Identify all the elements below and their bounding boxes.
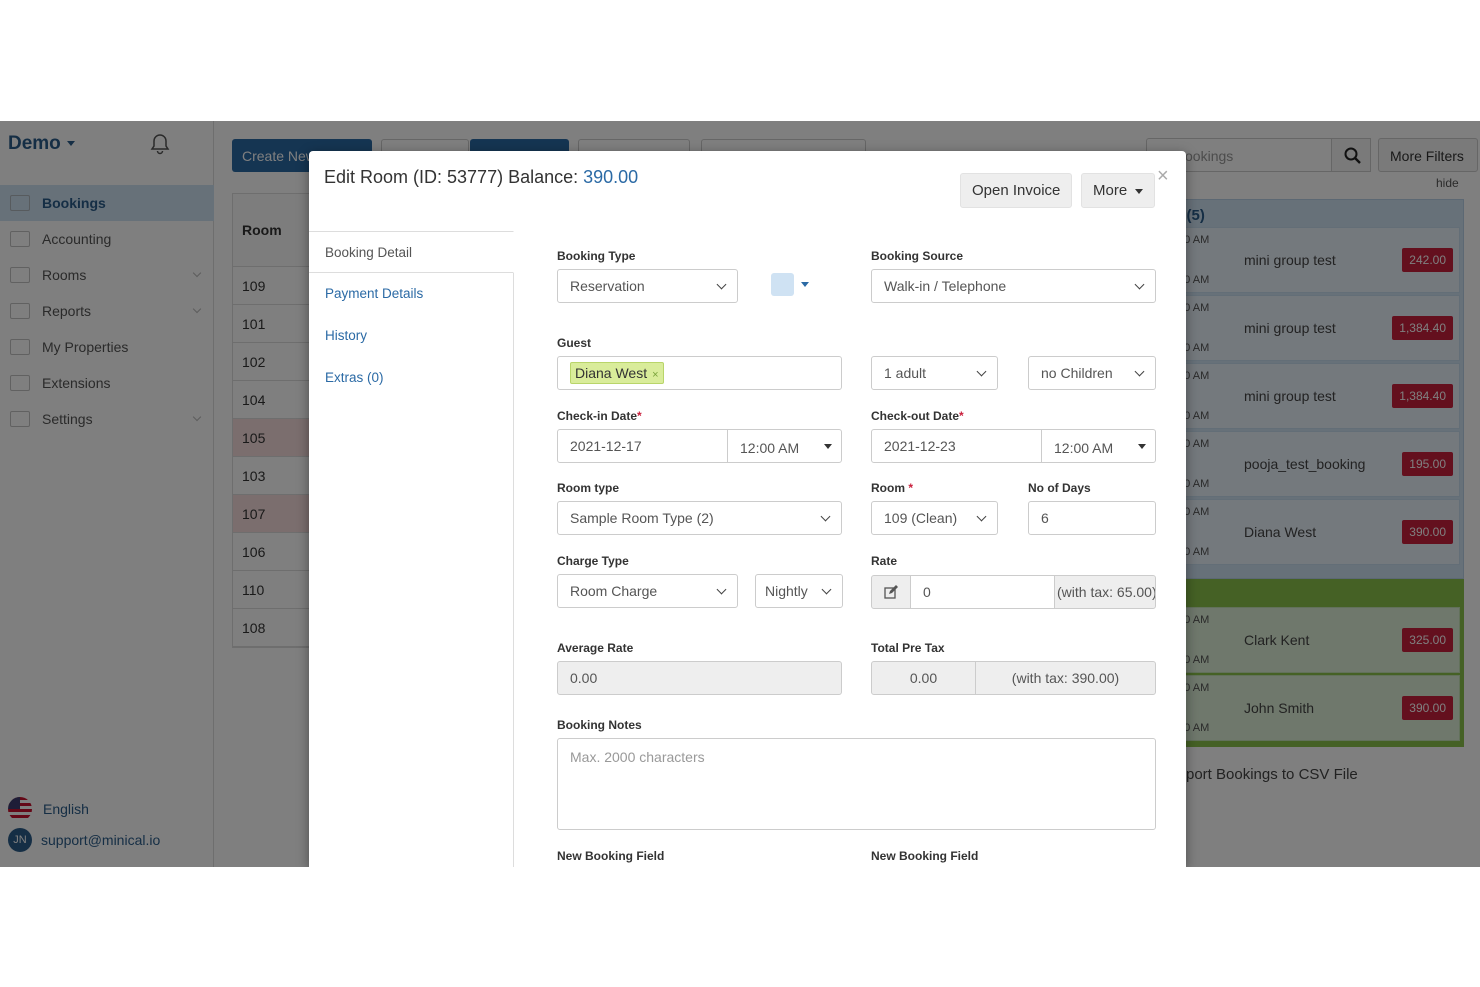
total-pre-tax-field: 0.00	[871, 661, 976, 695]
edit-rate-button[interactable]	[871, 575, 911, 609]
remove-guest-icon[interactable]: ×	[652, 369, 658, 381]
room-label: Room *	[871, 481, 914, 495]
edit-icon	[884, 585, 898, 599]
new-booking-field-label: New Booking Field	[557, 849, 665, 863]
room-type-label: Room type	[557, 481, 620, 495]
more-dropdown-button[interactable]: More	[1081, 173, 1156, 208]
total-with-tax: (with tax: 390.00)	[975, 661, 1156, 695]
app-frame: Demo Bookings Accounting Rooms Reports M…	[0, 121, 1480, 867]
checkout-date-input[interactable]: 2021-12-23	[871, 429, 1042, 463]
tab-history[interactable]: History	[309, 315, 513, 357]
new-booking-field-label: New Booking Field	[871, 849, 979, 863]
caret-down-icon	[1138, 444, 1146, 449]
checkin-date-input[interactable]: 2021-12-17	[557, 429, 728, 463]
tab-booking-detail[interactable]: Booking Detail	[309, 231, 514, 273]
tab-payment-details[interactable]: Payment Details	[309, 273, 513, 315]
checkout-label: Check-out Date*	[871, 409, 964, 423]
booking-source-label: Booking Source	[871, 249, 964, 263]
guest-tag: Diana West ×	[570, 362, 664, 384]
balance-value: 390.00	[583, 167, 639, 187]
days-input[interactable]: 6	[1028, 501, 1156, 535]
required-mark: *	[959, 409, 964, 423]
average-rate-label: Average Rate	[557, 641, 634, 655]
booking-source-select[interactable]: Walk-in / Telephone	[871, 269, 1156, 303]
rate-label: Rate	[871, 554, 898, 568]
color-swatch[interactable]	[771, 273, 794, 296]
total-pre-tax-label: Total Pre Tax	[871, 641, 945, 655]
booking-notes-textarea[interactable]: Max. 2000 characters	[557, 738, 1156, 830]
required-mark: *	[637, 409, 642, 423]
charge-type-select[interactable]: Room Charge	[557, 574, 738, 608]
modal-tabs: Booking Detail Payment Details History E…	[309, 231, 514, 867]
average-rate-field: 0.00	[557, 661, 842, 695]
rate-with-tax: (with tax: 65.00)	[1054, 575, 1156, 609]
checkin-label: Check-in Date*	[557, 409, 642, 423]
guest-input[interactable]: Diana West ×	[557, 356, 842, 390]
room-select[interactable]: 109 (Clean)	[871, 501, 998, 535]
children-select[interactable]: no Children	[1028, 356, 1156, 390]
caret-down-icon	[824, 444, 832, 449]
adults-select[interactable]: 1 adult	[871, 356, 998, 390]
guest-label: Guest	[557, 336, 592, 350]
modal-title: Edit Room (ID: 53777) Balance: 390.00	[324, 167, 639, 187]
checkout-time-select[interactable]: 12:00 AM	[1041, 429, 1156, 463]
close-icon[interactable]: ×	[1157, 165, 1169, 188]
days-label: No of Days	[1028, 481, 1091, 495]
charge-type-label: Charge Type	[557, 554, 629, 568]
booking-type-select[interactable]: Reservation	[557, 269, 738, 303]
rate-input[interactable]: 0	[910, 575, 1055, 609]
edit-room-modal: Edit Room (ID: 53777) Balance: 390.00 Op…	[309, 151, 1186, 867]
required-mark: *	[908, 481, 914, 495]
open-invoice-button[interactable]: Open Invoice	[960, 173, 1073, 208]
caret-down-icon	[1135, 188, 1144, 194]
charge-frequency-select[interactable]: Nightly	[755, 574, 843, 608]
color-caret-icon[interactable]	[801, 282, 809, 287]
room-type-select[interactable]: Sample Room Type (2)	[557, 501, 842, 535]
booking-notes-label: Booking Notes	[557, 718, 642, 732]
checkin-time-select[interactable]: 12:00 AM	[727, 429, 842, 463]
tab-extras[interactable]: Extras (0)	[309, 357, 513, 399]
booking-type-label: Booking Type	[557, 249, 636, 263]
